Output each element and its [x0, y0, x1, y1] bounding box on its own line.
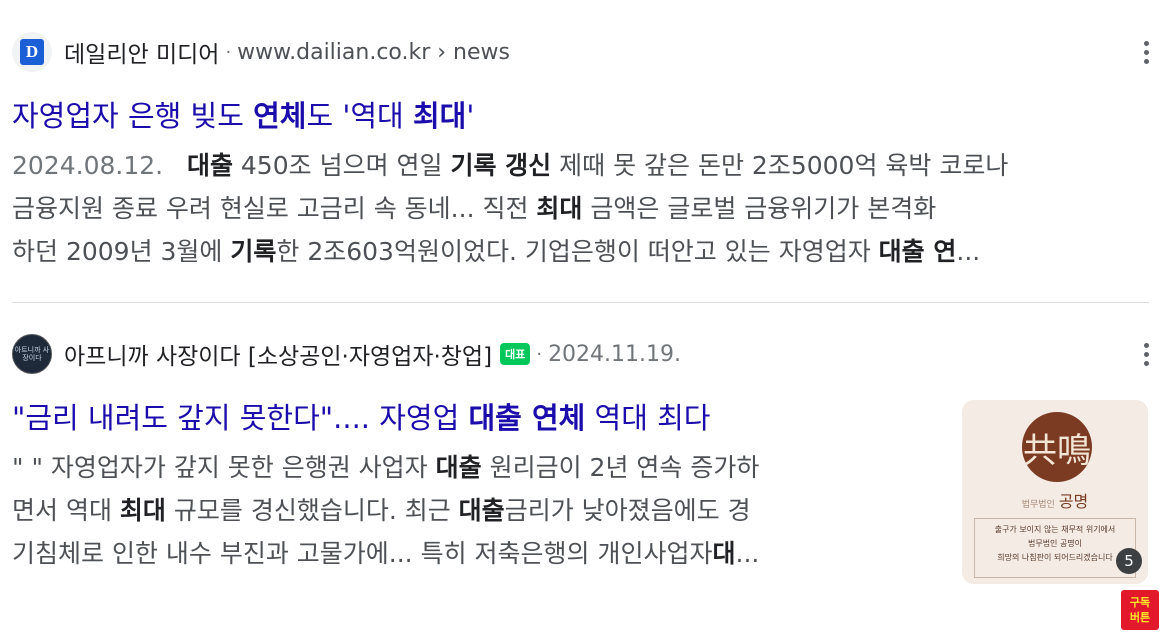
result-snippet: 2024.08.12. 대출 450조 넘으며 연일 기록 갱신 제때 못 갚은…	[12, 144, 1162, 273]
separator-dot: ·	[225, 41, 232, 63]
site-favicon: 아트니까 사장이다	[12, 334, 52, 374]
subscribe-button[interactable]: 구독 버튼	[1121, 590, 1159, 630]
result-source[interactable]: D 데일리안 미디어 · www.dailian.co.kr › news	[12, 28, 1162, 76]
thumbnail-brand: 법무법인 공명	[1021, 492, 1089, 511]
thumbnail-caption: 출구가 보이지 않는 채무적 위기에서 법무법인 공명이 희망의 나침판이 되어…	[974, 518, 1136, 578]
search-result-1: D 데일리안 미디어 · www.dailian.co.kr › news 자영…	[12, 28, 1162, 273]
site-url: www.dailian.co.kr › news	[237, 39, 510, 65]
representative-badge: 대표	[500, 343, 531, 365]
result-date: 2024.08.12.	[12, 151, 164, 180]
snippet-line-3: 하던 2009년 3월에 기록한 2조603억원이었다. 기업은행이 떠안고 있…	[12, 237, 981, 266]
cafe-logo-icon: 아트니까 사장이다	[14, 346, 50, 362]
more-options-icon[interactable]	[1136, 32, 1156, 72]
site-name: 아프니까 사장이다 [소상공인·자영업자·창업]	[64, 344, 493, 370]
more-options-icon[interactable]	[1136, 334, 1156, 374]
site-favicon: D	[12, 32, 52, 72]
search-result-2: 아트니까 사장이다 아프니까 사장이다 [소상공인·자영업자·창업] 대표 · …	[12, 330, 1162, 584]
result-date: 2024.11.19.	[548, 341, 682, 367]
snippet-line-2: 금융지원 종료 우려 현실로 고금리 속 동네... 직전 최대 금액은 글로벌…	[12, 194, 937, 223]
result-thumbnail[interactable]: 共鳴 법무법인 공명 출구가 보이지 않는 채무적 위기에서 법무법인 공명이 희…	[962, 400, 1148, 584]
result-title[interactable]: 자영업자 은행 빚도 연체도 '역대 최대'	[12, 96, 1162, 136]
separator-dot: ·	[536, 343, 543, 365]
site-name: 데일리안 미디어	[64, 42, 220, 68]
dailian-logo-icon: D	[20, 39, 44, 65]
result-divider	[12, 302, 1149, 303]
snippet-line-1: 2024.08.12. 대출 450조 넘으며 연일 기록 갱신 제때 못 갚은…	[12, 151, 1009, 180]
image-count-badge: 5	[1116, 548, 1142, 574]
law-firm-logo-icon: 共鳴	[1022, 412, 1092, 482]
result-source[interactable]: 아트니까 사장이다 아프니까 사장이다 [소상공인·자영업자·창업] 대표 · …	[12, 330, 1162, 378]
